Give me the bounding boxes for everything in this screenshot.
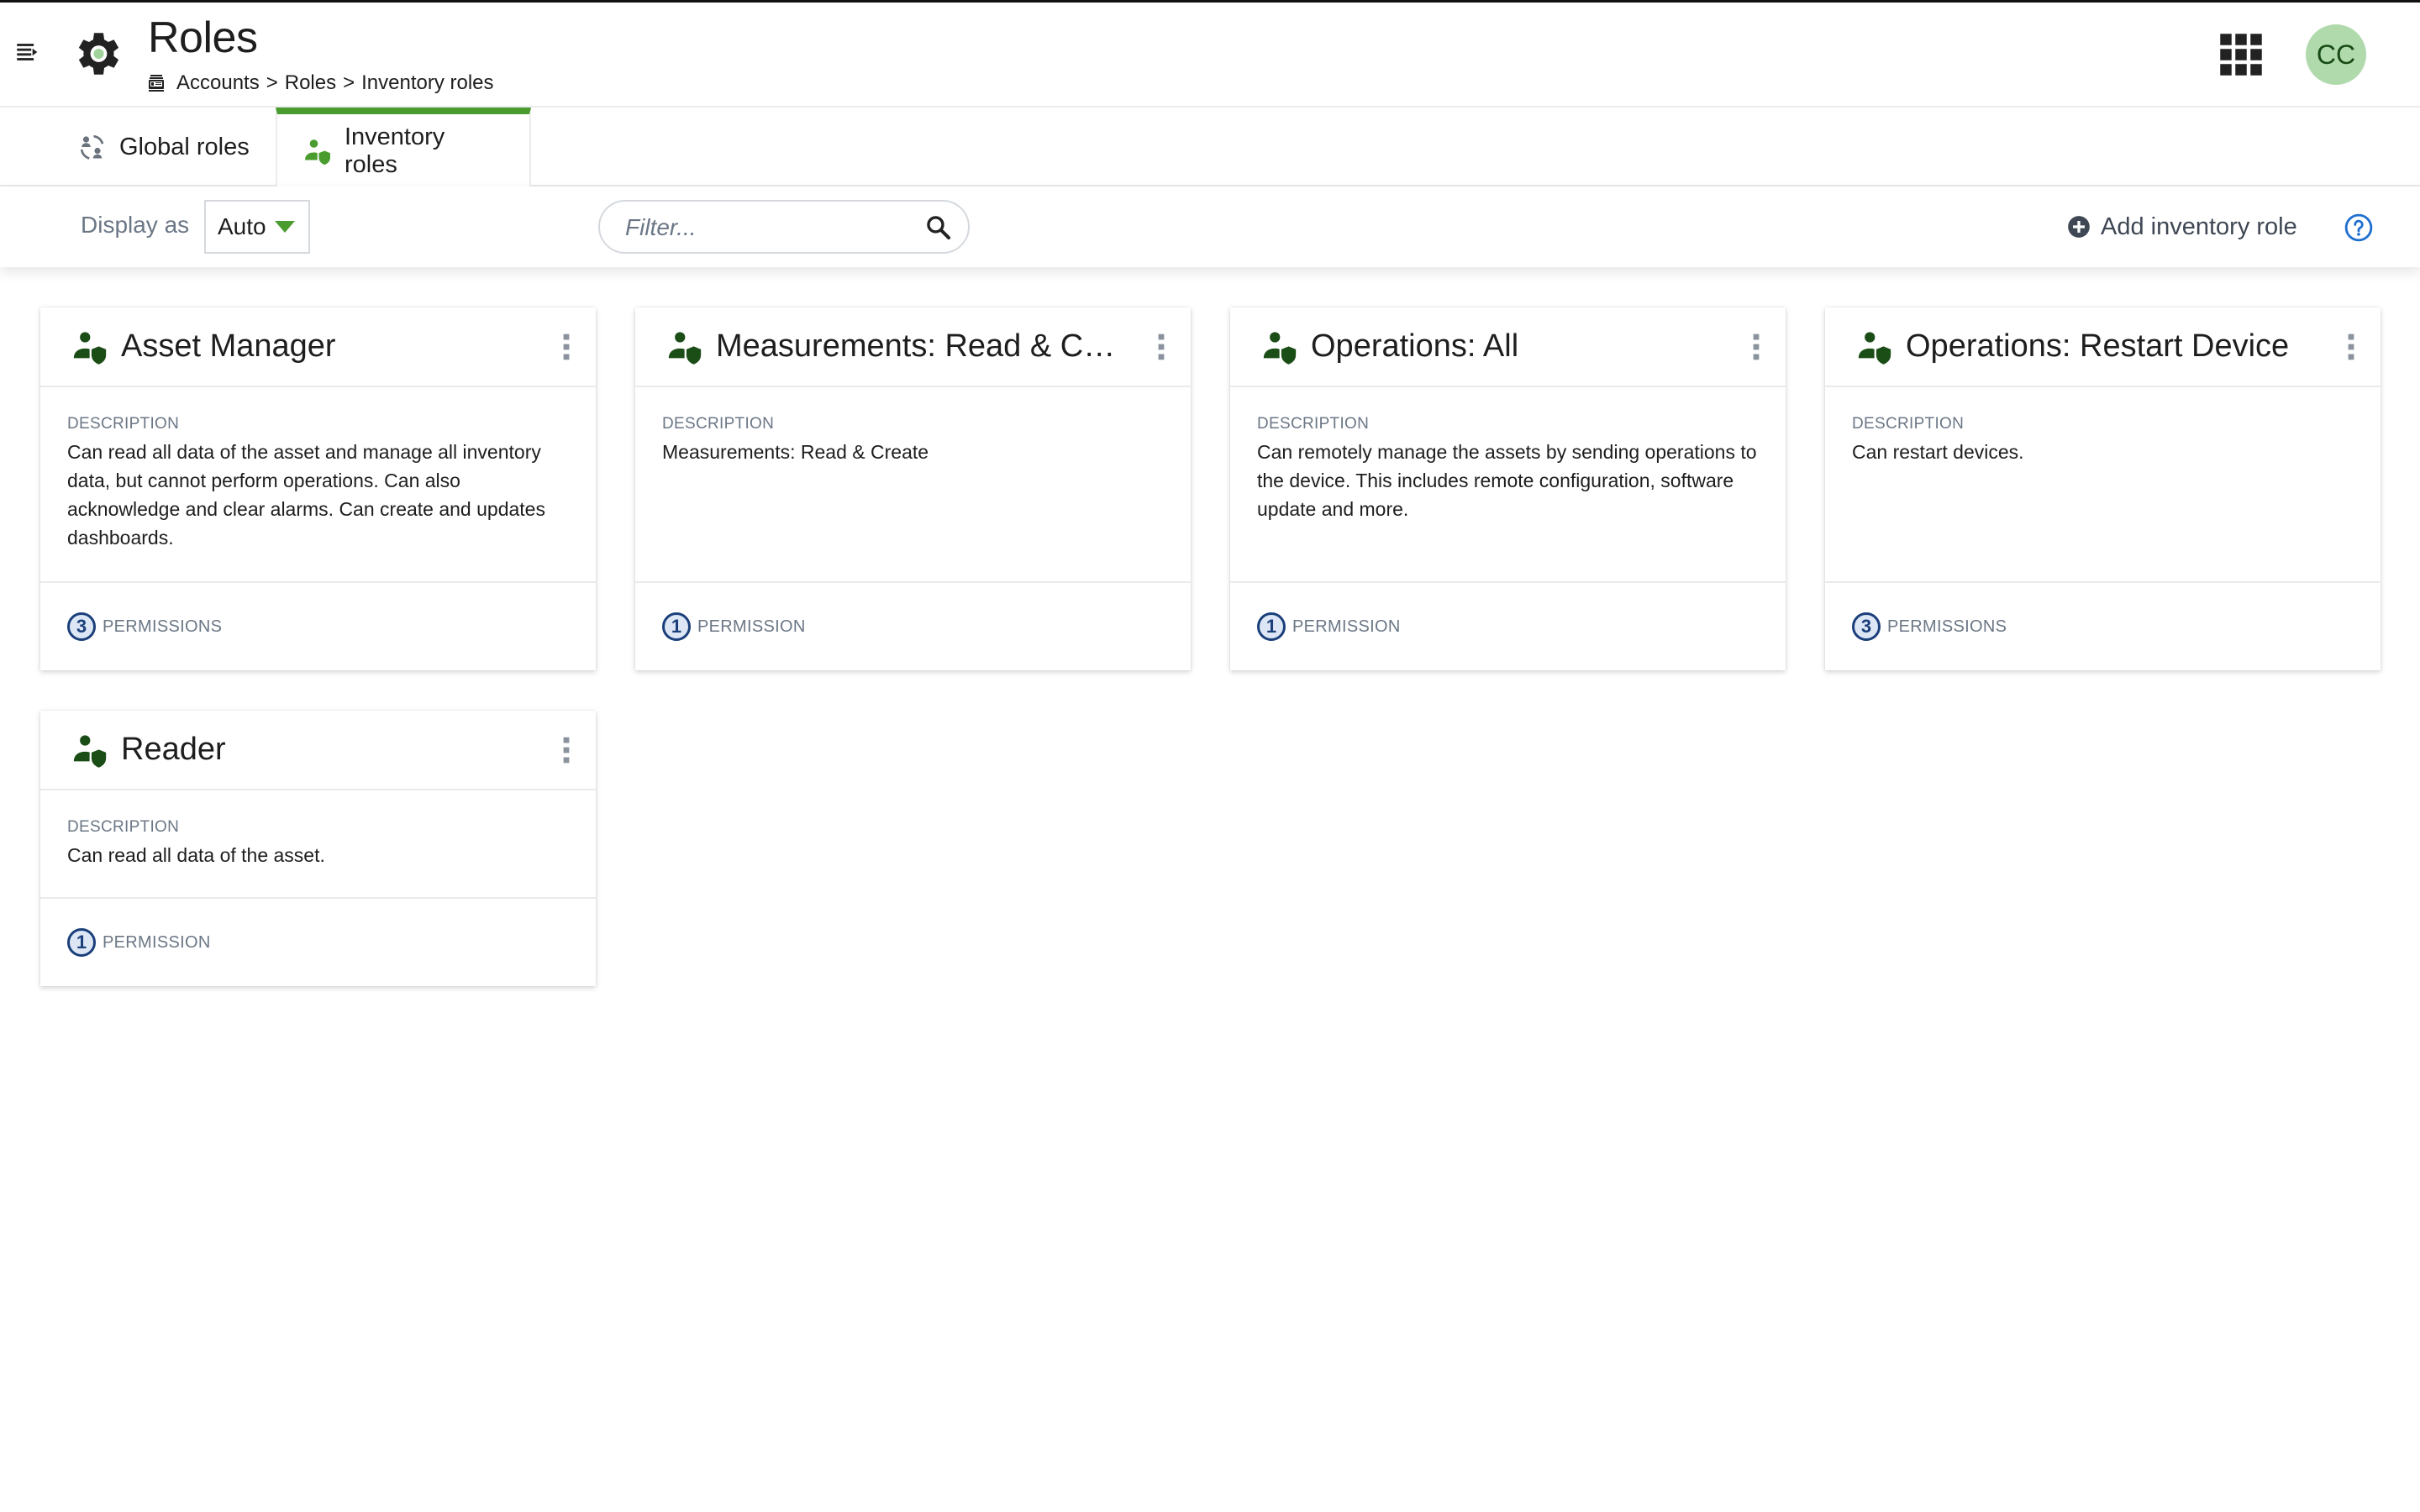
description-label: DESCRIPTION <box>67 415 180 433</box>
card-footer: 1 PERMISSION <box>635 583 1191 670</box>
breadcrumb-separator: > <box>266 71 278 94</box>
description-label: DESCRIPTION <box>662 415 775 433</box>
page-header: Roles Accounts > Roles > Inventory roles… <box>0 3 2420 108</box>
role-card: Operations: All DESCRIPTION Can remotely… <box>1230 307 1786 670</box>
permissions-link[interactable]: PERMISSION <box>1292 617 1401 637</box>
add-inventory-role-label: Add inventory role <box>2101 213 2297 240</box>
permissions-link[interactable]: PERMISSION <box>103 933 211 953</box>
role-name[interactable]: Measurements: Read & Create <box>716 328 1123 365</box>
plus-circle-icon <box>2068 216 2090 238</box>
role-name[interactable]: Reader <box>121 732 226 768</box>
caret-down-icon <box>274 221 295 233</box>
tab-bar: Global roles Inventory roles <box>0 108 2420 188</box>
display-as-select[interactable]: Auto <box>204 200 310 254</box>
tab-global-roles[interactable]: Global roles <box>50 108 276 186</box>
tab-label: Global roles <box>119 133 250 160</box>
permission-count-badge: 3 <box>67 612 96 641</box>
more-options-icon[interactable] <box>1750 333 1762 361</box>
global-roles-icon <box>80 134 104 160</box>
breadcrumb-inventory-roles: Inventory roles <box>361 71 494 94</box>
permissions-link[interactable]: PERMISSIONS <box>1887 617 2007 637</box>
inventory-role-icon <box>73 331 107 365</box>
inventory-role-icon <box>668 331 702 365</box>
card-footer: 3 PERMISSIONS <box>1825 583 2381 670</box>
inventory-role-icon <box>1263 331 1297 365</box>
search-icon[interactable] <box>924 213 953 242</box>
inventory-role-icon <box>304 139 330 165</box>
card-footer: 1 PERMISSION <box>1230 583 1786 670</box>
tab-label: Inventory roles <box>344 123 445 178</box>
breadcrumb-accounts[interactable]: Accounts <box>176 71 260 95</box>
role-description: Can remotely manage the assets by sendin… <box>1257 441 1757 520</box>
card-footer: 1 PERMISSION <box>40 899 596 986</box>
card-body: DESCRIPTION Can read all data of the ass… <box>40 790 596 899</box>
role-name[interactable]: Operations: Restart Device <box>1906 328 2289 365</box>
more-options-icon[interactable] <box>1155 333 1167 361</box>
role-description: Can restart devices. <box>1852 441 2024 463</box>
permissions-link[interactable]: PERMISSION <box>697 617 806 637</box>
inventory-role-icon <box>73 734 107 768</box>
filter-box <box>598 200 970 254</box>
role-card: Operations: Restart Device DESCRIPTION C… <box>1825 307 2381 670</box>
description-label: DESCRIPTION <box>1852 415 1965 433</box>
breadcrumb-separator: > <box>343 71 355 94</box>
action-bar: Display as Auto Add inventory role <box>0 186 2420 267</box>
display-as-value: Auto <box>218 213 266 239</box>
permission-count-badge: 1 <box>67 928 96 957</box>
role-card: Reader DESCRIPTION Can read all data of … <box>40 711 596 986</box>
permission-count-badge: 1 <box>662 612 691 641</box>
inventory-role-icon <box>1858 331 1891 365</box>
add-inventory-role-button[interactable]: Add inventory role <box>2067 208 2297 245</box>
menu-toggle-icon[interactable] <box>13 38 42 66</box>
accounts-icon <box>149 75 164 92</box>
card-header: Asset Manager <box>40 307 596 387</box>
user-avatar[interactable]: CC <box>2306 24 2366 85</box>
card-header: Reader <box>40 711 596 790</box>
role-description: Measurements: Read & Create <box>662 441 929 463</box>
card-body: DESCRIPTION Can remotely manage the asse… <box>1230 387 1786 583</box>
role-description: Can read all data of the asset. <box>67 844 325 866</box>
card-body: DESCRIPTION Can read all data of the ass… <box>40 387 596 583</box>
permission-count-badge: 1 <box>1257 612 1286 641</box>
card-header: Measurements: Read & Create <box>635 307 1191 387</box>
permissions-link[interactable]: PERMISSIONS <box>103 617 222 637</box>
filter-input[interactable] <box>625 212 911 244</box>
role-card: Asset Manager DESCRIPTION Can read all d… <box>40 307 596 670</box>
role-name[interactable]: Asset Manager <box>121 328 336 365</box>
permission-count-badge: 3 <box>1852 612 1881 641</box>
role-name[interactable]: Operations: All <box>1311 328 1518 365</box>
more-options-icon[interactable] <box>2345 333 2357 361</box>
more-options-icon[interactable] <box>560 736 572 764</box>
page-title: Roles <box>148 13 258 62</box>
app-grid-icon[interactable] <box>2218 32 2264 77</box>
tab-inventory-roles[interactable]: Inventory roles <box>276 108 531 188</box>
card-body: DESCRIPTION Measurements: Read & Create <box>635 387 1191 583</box>
display-as-label: Display as <box>81 212 190 238</box>
card-header: Operations: Restart Device <box>1825 307 2381 387</box>
description-label: DESCRIPTION <box>1257 415 1370 433</box>
card-body: DESCRIPTION Can restart devices. <box>1825 387 2381 583</box>
more-options-icon[interactable] <box>560 333 572 361</box>
breadcrumb-roles[interactable]: Roles <box>285 71 336 95</box>
description-label: DESCRIPTION <box>67 818 180 836</box>
breadcrumb: Accounts > Roles > Inventory roles <box>146 70 494 97</box>
card-footer: 3 PERMISSIONS <box>40 583 596 670</box>
role-card: Measurements: Read & Create DESCRIPTION … <box>635 307 1191 670</box>
gear-icon <box>78 33 119 75</box>
roles-grid: Asset Manager DESCRIPTION Can read all d… <box>0 267 2420 1512</box>
role-description: Can read all data of the asset and manag… <box>67 441 545 549</box>
card-header: Operations: All <box>1230 307 1786 387</box>
help-icon[interactable] <box>2344 213 2373 242</box>
